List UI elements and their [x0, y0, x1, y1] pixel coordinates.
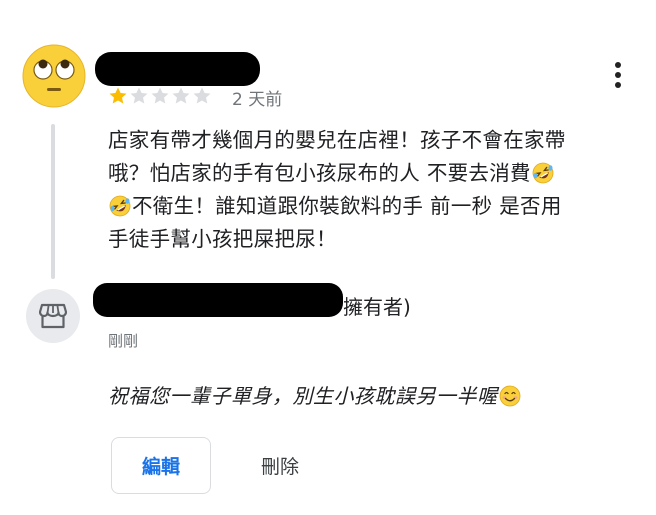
reviewer-name-redacted	[95, 52, 260, 86]
reviewer-avatar-rolling-eyes-icon[interactable]	[22, 44, 86, 108]
edit-button[interactable]: 編輯	[111, 437, 211, 494]
star-filled-icon	[108, 86, 128, 106]
owner-role-label: 擁有者)	[343, 295, 411, 319]
storefront-icon	[26, 289, 80, 343]
owner-reply-time: 剛剛	[108, 332, 139, 350]
smiling-face-emoji-icon	[499, 385, 521, 407]
review-line: 店家有帶才幾個月的嬰兒在店裡！孩子不會在家帶	[108, 128, 566, 152]
star-empty-icon	[171, 86, 191, 106]
review-text: 店家有帶才幾個月的嬰兒在店裡！孩子不會在家帶 哦？怕店家的手有包小孩尿布的人 不…	[108, 124, 598, 256]
rofl-emoji-icon	[109, 194, 131, 217]
rating-stars	[108, 86, 212, 106]
review-line: 不衛生！誰知道跟你裝飲料的手 前一秒 是否用	[108, 190, 598, 223]
delete-button[interactable]: 刪除	[240, 437, 320, 494]
star-empty-icon	[150, 86, 170, 106]
owner-reply-text: 祝福您一輩子單身，別生小孩耽誤另一半喔	[108, 380, 522, 409]
review-line: 手徒手幫小孩把屎把尿！	[108, 227, 337, 251]
review-line: 哦？怕店家的手有包小孩尿布的人 不要去消費	[108, 157, 598, 190]
star-empty-icon	[129, 86, 149, 106]
more-options-icon[interactable]	[606, 58, 630, 92]
review-time: 2 天前	[232, 90, 283, 110]
star-empty-icon	[192, 86, 212, 106]
rofl-emoji-icon	[532, 161, 554, 184]
thread-line	[51, 124, 55, 279]
owner-name-redacted	[93, 283, 343, 317]
